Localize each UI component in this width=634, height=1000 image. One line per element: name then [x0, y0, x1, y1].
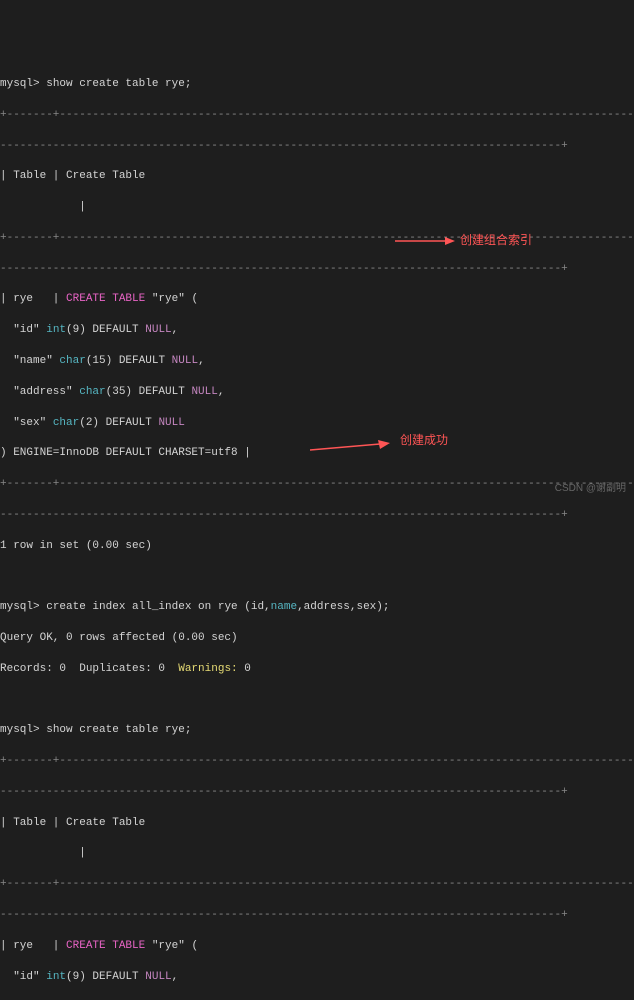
watermark-text: CSDN @谢副明	[555, 482, 626, 496]
table-header-end: |	[0, 201, 86, 213]
separator: ----------------------------------------…	[0, 785, 634, 800]
sql-text: ,	[172, 324, 179, 336]
create-table-row: | rye |	[0, 940, 66, 952]
row-count: 1 row in set (0.00 sec)	[0, 539, 634, 554]
separator: +-------+-------------------------------…	[0, 754, 634, 769]
sql-null: NULL	[191, 386, 217, 398]
query-ok: Query OK, 0 rows affected (0.00 sec)	[0, 631, 634, 646]
col-def: "sex"	[0, 417, 53, 429]
sql-null: NULL	[172, 355, 198, 367]
command-text: create index all_index on rye (id,	[46, 601, 270, 613]
records-info: 0	[238, 663, 251, 675]
create-table-row: | rye |	[0, 293, 66, 305]
warnings-label: Warnings:	[178, 663, 237, 675]
command-text: show create table rye;	[46, 724, 191, 736]
sql-text: ,	[172, 971, 179, 983]
command-text: ,address,sex);	[297, 601, 389, 613]
sql-keyword: name	[271, 601, 297, 613]
table-header: | Table | Create Table	[0, 817, 145, 829]
separator: +-------+-------------------------------…	[0, 477, 634, 492]
sql-text: ,	[218, 386, 225, 398]
sql-text: (9) DEFAULT	[66, 324, 145, 336]
blank-line	[0, 693, 634, 708]
separator: ----------------------------------------…	[0, 139, 634, 154]
col-def: "address"	[0, 386, 79, 398]
sql-null: NULL	[145, 324, 171, 336]
arrow-icon	[310, 438, 390, 454]
table-header-end: |	[0, 847, 86, 859]
sql-type: char	[53, 417, 79, 429]
separator: +-------+-------------------------------…	[0, 231, 634, 246]
annotation-label: 创建组合索引	[460, 232, 532, 249]
sql-text: (35) DEFAULT	[106, 386, 192, 398]
separator: ----------------------------------------…	[0, 262, 634, 277]
col-def: "id"	[0, 971, 46, 983]
col-def: "id"	[0, 324, 46, 336]
sql-type: char	[59, 355, 85, 367]
sql-text: "rye" (	[145, 293, 198, 305]
sql-text: "rye" (	[145, 940, 198, 952]
sql-type: char	[79, 386, 105, 398]
separator: ----------------------------------------…	[0, 508, 634, 523]
sql-text: (15) DEFAULT	[86, 355, 172, 367]
sql-null: NULL	[145, 971, 171, 983]
mysql-prompt[interactable]: mysql>	[0, 78, 46, 90]
records-info: Records: 0 Duplicates: 0	[0, 663, 178, 675]
sql-type: int	[46, 971, 66, 983]
separator: +-------+-------------------------------…	[0, 108, 634, 123]
sql-keyword: CREATE TABLE	[66, 293, 145, 305]
mysql-prompt[interactable]: mysql>	[0, 601, 46, 613]
annotation-label: 创建成功	[400, 432, 448, 449]
sql-text: (2) DEFAULT	[79, 417, 158, 429]
col-def: "name"	[0, 355, 59, 367]
blank-line	[0, 569, 634, 584]
arrow-icon	[395, 235, 455, 247]
separator: +-------+-------------------------------…	[0, 877, 634, 892]
table-header: | Table | Create Table	[0, 170, 145, 182]
command-text: show create table rye;	[46, 78, 191, 90]
sql-text: ,	[198, 355, 205, 367]
separator: ----------------------------------------…	[0, 908, 634, 923]
sql-text: (9) DEFAULT	[66, 971, 145, 983]
sql-type: int	[46, 324, 66, 336]
mysql-prompt[interactable]: mysql>	[0, 724, 46, 736]
sql-null: NULL	[158, 417, 184, 429]
sql-keyword: CREATE TABLE	[66, 940, 145, 952]
terminal-output: mysql> show create table rye; +-------+-…	[0, 62, 634, 1000]
